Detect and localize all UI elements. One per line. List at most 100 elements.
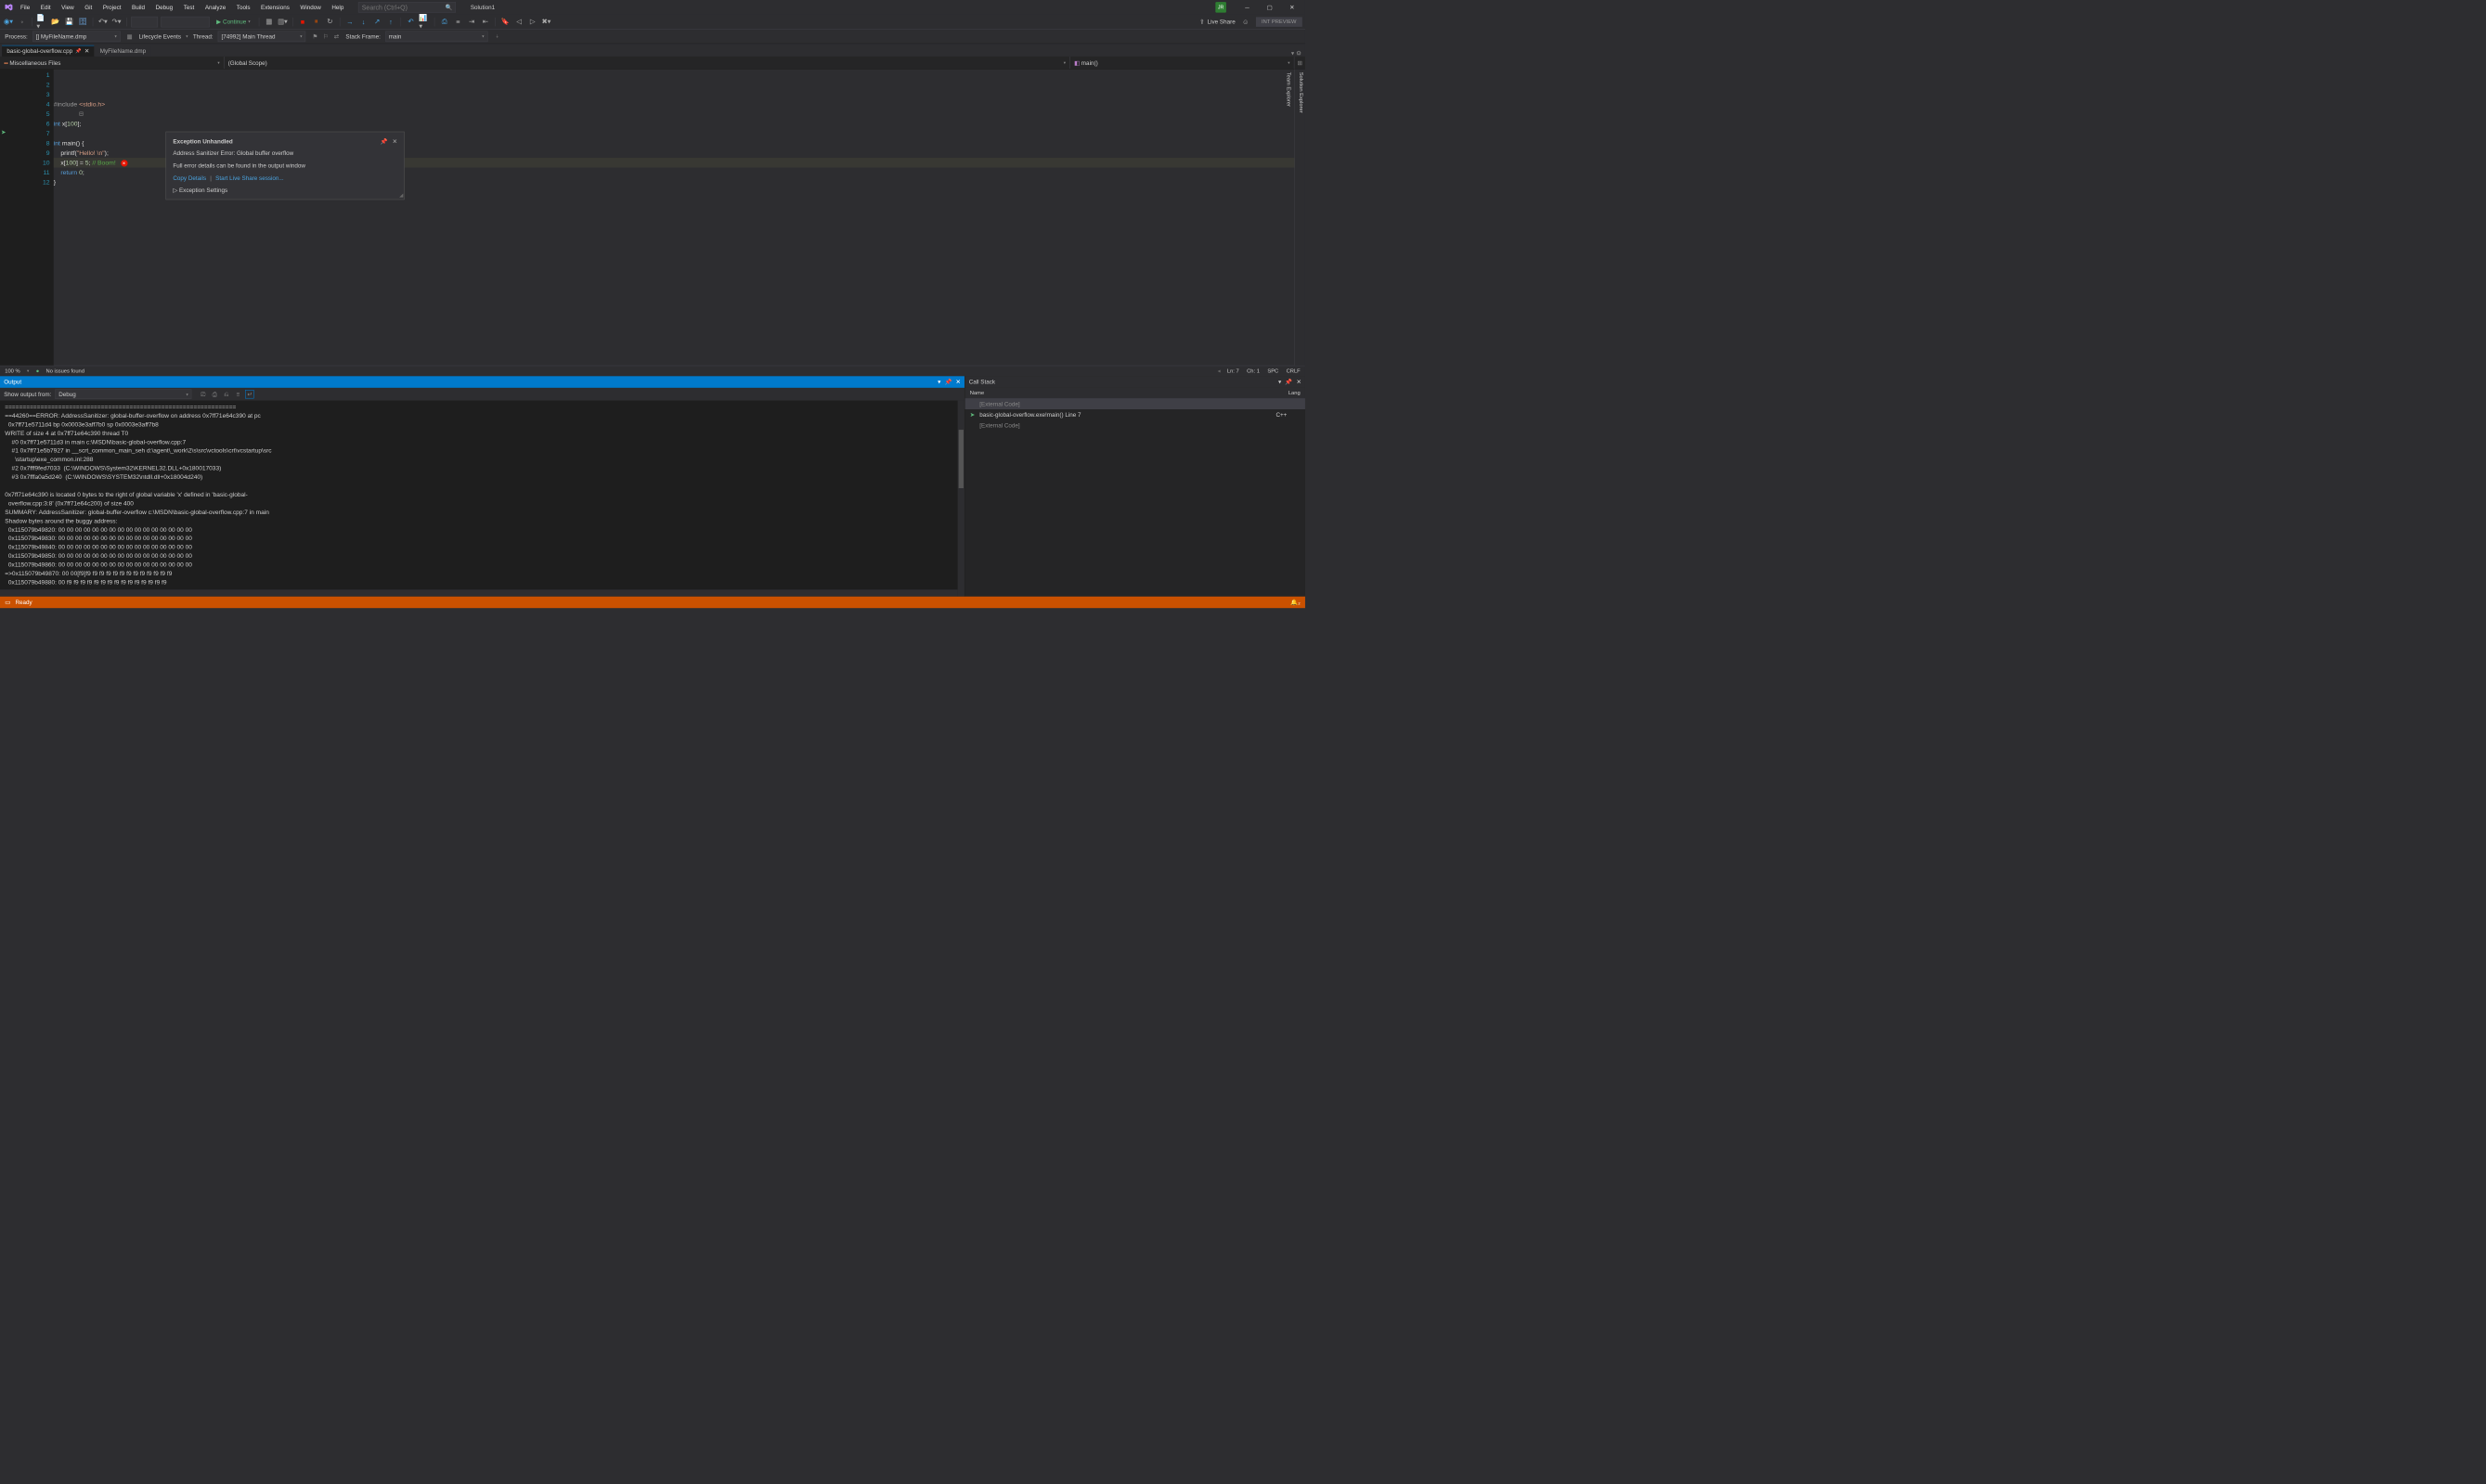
spaces-indicator[interactable]: SPC: [1267, 368, 1278, 374]
copy-details-link[interactable]: Copy Details: [173, 174, 206, 181]
undo-icon[interactable]: ↶▾: [97, 17, 109, 28]
tb-icon-5[interactable]: ⇥: [466, 17, 477, 28]
lifecycle-icon[interactable]: ▦: [125, 32, 134, 39]
step-back-icon[interactable]: ↑: [385, 17, 396, 28]
minimize-button[interactable]: ─: [1236, 0, 1258, 15]
menu-help[interactable]: Help: [327, 2, 348, 13]
fold-icon[interactable]: ⊟: [79, 110, 84, 120]
pin-icon[interactable]: 📌: [75, 48, 82, 54]
panel-pin-icon[interactable]: 📌: [944, 379, 952, 385]
step-into-icon[interactable]: →: [344, 17, 356, 28]
continue-button[interactable]: ▶ Continue ▾: [213, 16, 254, 28]
output-text[interactable]: ========================================…: [0, 401, 965, 597]
notifications-icon[interactable]: 🔔₂: [1290, 599, 1300, 605]
restart-icon[interactable]: ↻: [325, 17, 336, 28]
pause-icon[interactable]: ⏸: [311, 17, 322, 28]
stackframe-dropdown[interactable]: main▾: [385, 31, 487, 42]
callstack-row[interactable]: [External Code]: [965, 398, 1305, 409]
close-button[interactable]: ✕: [1281, 0, 1303, 15]
process-dropdown[interactable]: [] MyFileName.dmp▾: [32, 31, 120, 42]
menu-build[interactable]: Build: [127, 2, 150, 13]
tab-dropdown-icon[interactable]: ▾: [1291, 50, 1294, 57]
user-badge[interactable]: JR: [1215, 2, 1226, 13]
stop-icon[interactable]: ■: [297, 17, 308, 28]
output-tb-3[interactable]: ⎌: [222, 390, 230, 398]
feedback-icon[interactable]: ☺: [1240, 17, 1251, 28]
output-tb-4[interactable]: ≡: [234, 390, 242, 398]
live-share-button[interactable]: ⇪ Live Share: [1199, 19, 1236, 25]
new-item-icon[interactable]: 📄▾: [36, 17, 47, 28]
callstack-row[interactable]: [External Code]: [965, 420, 1305, 432]
menu-debug[interactable]: Debug: [150, 2, 177, 13]
panel-dropdown-icon[interactable]: ▾: [938, 379, 940, 385]
zoom-level[interactable]: 100 %: [5, 368, 19, 374]
bookmark-next-icon[interactable]: ▷: [527, 17, 538, 28]
menu-file[interactable]: File: [16, 2, 35, 13]
tb-icon-3[interactable]: ⎙: [439, 17, 450, 28]
tb-icon-2[interactable]: ▥▾: [278, 17, 289, 28]
panel-close-icon[interactable]: ✕: [1296, 379, 1301, 385]
menu-extensions[interactable]: Extensions: [256, 2, 294, 13]
save-all-icon[interactable]: 🗄: [77, 17, 88, 28]
nav-fwd-icon[interactable]: ◦: [17, 17, 28, 28]
save-icon[interactable]: 💾: [64, 17, 75, 28]
output-tb-wrap[interactable]: ↵: [245, 390, 253, 398]
exception-settings-expander[interactable]: ▷ Exception Settings: [173, 187, 396, 193]
scrollbar-vertical[interactable]: [958, 401, 965, 597]
menu-edit[interactable]: Edit: [36, 2, 56, 13]
step-out-icon[interactable]: ↗: [371, 17, 382, 28]
side-tab-solution-explorer[interactable]: Solution Explorer: [1299, 72, 1304, 363]
step-over-icon[interactable]: ↓: [358, 17, 369, 28]
menu-window[interactable]: Window: [295, 2, 326, 13]
eol-indicator[interactable]: CRLF: [1287, 368, 1301, 374]
redo-icon[interactable]: ↷▾: [111, 17, 123, 28]
nav-back-icon[interactable]: ◉▾: [3, 17, 14, 28]
menu-view[interactable]: View: [57, 2, 79, 13]
menu-analyze[interactable]: Analyze: [201, 2, 231, 13]
bookmark-clear-icon[interactable]: ✖▾: [541, 17, 552, 28]
tb-icon-graph[interactable]: 📊▾: [419, 17, 430, 28]
config-dropdown[interactable]: [131, 17, 158, 28]
nav-member-dropdown[interactable]: ◧ main()▾: [1070, 57, 1295, 69]
thread-dropdown[interactable]: [74992] Main Thread▾: [218, 31, 305, 42]
nav-scope-dropdown[interactable]: (Global Scope)▾: [224, 57, 1069, 69]
output-tb-1[interactable]: ⎚: [199, 390, 207, 398]
open-icon[interactable]: 📂: [50, 17, 61, 28]
flag2-icon[interactable]: ⚐: [321, 32, 330, 39]
tab-settings-icon[interactable]: ⚙: [1296, 50, 1301, 57]
code-editor[interactable]: ⊟ #include <stdio.h>int x[100];int main(…: [54, 70, 1295, 366]
menu-git[interactable]: Git: [80, 2, 97, 13]
output-tb-2[interactable]: ⎙: [210, 390, 218, 398]
popup-pin-icon[interactable]: 📌: [380, 138, 387, 145]
tab-active[interactable]: basic-global-overflow.cpp 📌 ✕: [2, 45, 94, 57]
callstack-row[interactable]: ➤basic-global-overflow.exe!main() Line 7…: [965, 409, 1305, 420]
platform-dropdown[interactable]: [161, 17, 210, 28]
nav-project-dropdown[interactable]: ▪▪ Miscellaneous Files▾: [0, 57, 224, 69]
resize-grip-icon[interactable]: ◢: [399, 193, 403, 199]
flag-icon[interactable]: ⚑: [311, 32, 319, 39]
panel-close-icon[interactable]: ✕: [955, 379, 960, 385]
output-source-dropdown[interactable]: Debug▾: [56, 389, 192, 399]
bookmark-icon[interactable]: 🔖: [500, 17, 511, 28]
tb-icon-6[interactable]: ⇤: [480, 17, 491, 28]
close-tab-icon[interactable]: ✕: [84, 47, 89, 54]
nav-split-icon[interactable]: ⊞: [1294, 59, 1305, 66]
scrollbar-horizontal[interactable]: [0, 589, 958, 596]
search-input[interactable]: [362, 4, 440, 11]
panel-pin-icon[interactable]: 📌: [1285, 379, 1292, 385]
panel-dropdown-icon[interactable]: ▾: [1278, 379, 1281, 385]
tb-icon-1[interactable]: ▦: [264, 17, 275, 28]
start-liveshare-link[interactable]: Start Live Share session...: [215, 174, 284, 181]
menu-test[interactable]: Test: [178, 2, 199, 13]
menu-tools[interactable]: Tools: [232, 2, 255, 13]
tb-icon-undo2[interactable]: ↶: [406, 17, 417, 28]
callstack-titlebar[interactable]: Call Stack ▾ 📌 ✕: [965, 376, 1305, 388]
tb-icon-4[interactable]: ≡: [453, 17, 464, 28]
popup-close-icon[interactable]: ✕: [393, 138, 397, 145]
thread-icon[interactable]: ⇄: [332, 32, 341, 39]
menu-project[interactable]: Project: [98, 2, 126, 13]
output-titlebar[interactable]: Output ▾ 📌 ✕: [0, 376, 965, 388]
search-box[interactable]: 🔍: [358, 2, 456, 13]
maximize-button[interactable]: ▢: [1259, 0, 1281, 15]
bookmark-prev-icon[interactable]: ◁: [513, 17, 524, 28]
